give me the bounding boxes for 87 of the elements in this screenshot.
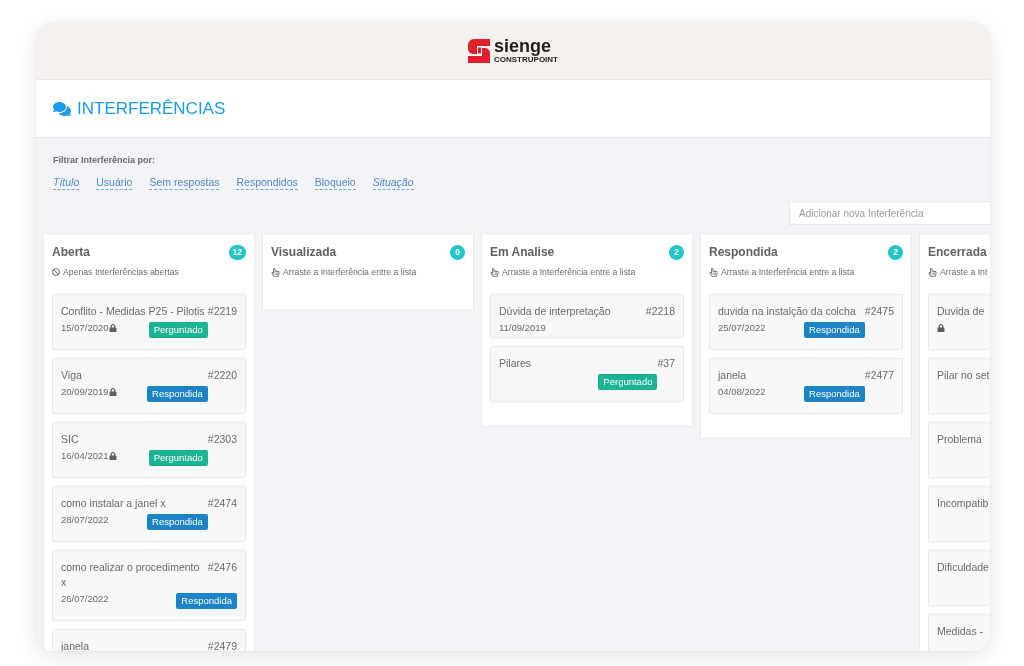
card-number: #2220: [207, 368, 237, 383]
task-card[interactable]: janela #2477 04/08/2022 Respondida: [709, 358, 903, 414]
filter-link[interactable]: Sem respostas: [149, 175, 220, 190]
card-date: 15/07/2020: [61, 322, 109, 334]
filter-link[interactable]: Respondidos: [236, 175, 298, 190]
task-card[interactable]: Incompatib: [928, 486, 990, 542]
card-date: 20/09/2019: [61, 386, 109, 398]
hand-pointer-icon: [709, 267, 718, 277]
card-date: 25/07/2022: [718, 322, 766, 334]
column-hint: Arraste a Int: [940, 266, 988, 279]
card-date: 26/07/2022: [61, 593, 109, 605]
card-date: 11/09/2019: [499, 322, 546, 334]
count-badge: 2: [669, 244, 684, 260]
column-hint: Arraste a Interferência entre a lista: [502, 266, 636, 279]
column-hint: Apenas Interferências abertas: [63, 266, 179, 279]
card-title: Dificuldade: [937, 560, 989, 575]
hand-pointer-icon: [271, 267, 280, 277]
count-badge: 0: [450, 244, 465, 260]
filter-link[interactable]: Bloqueio: [314, 175, 356, 190]
card-title: Viga: [61, 368, 82, 383]
column-title: Respondida: [709, 244, 778, 261]
status-badge: Respondida: [804, 386, 865, 402]
column-title: Visualizada: [271, 244, 337, 261]
card-number: #2479: [207, 639, 237, 651]
card-title: Conflito - Medidas P25 - Pilotis: [61, 304, 205, 319]
card-title: Medidas -: [937, 624, 984, 639]
card-title: Duvida de: [937, 304, 985, 319]
count-badge: 12: [228, 244, 246, 260]
status-badge: Respondida: [147, 386, 208, 402]
card-number: #2219: [207, 304, 237, 319]
card-title: duvida na instalção da colcha: [718, 304, 856, 319]
task-card[interactable]: SIC #2303 16/04/2021 Perguntado: [52, 422, 246, 478]
filter-link[interactable]: Usuário: [96, 175, 133, 190]
status-badge: Perguntado: [148, 322, 208, 338]
new-item-field[interactable]: Adicionar nova Interferência: [789, 201, 990, 225]
task-card[interactable]: Medidas -: [928, 614, 990, 651]
status-badge: Perguntado: [148, 450, 208, 466]
card-number: #2475: [864, 304, 894, 319]
status-badge: Respondida: [176, 593, 237, 609]
card-number: #2218: [645, 304, 675, 319]
filter-link[interactable]: Situação: [372, 175, 414, 190]
card-date: 28/07/2022: [61, 514, 109, 526]
card-title: como realizar o procedimento x: [61, 560, 201, 590]
count-badge: 2: [888, 244, 903, 260]
column-title: Encerrada: [928, 244, 987, 261]
card-date: 16/04/2021: [61, 450, 109, 462]
task-card[interactable]: Duvida de: [928, 294, 990, 350]
card-number: #37: [657, 356, 675, 371]
chat-icon: [53, 99, 71, 118]
card-title: Pilares: [499, 356, 532, 371]
task-card[interactable]: como instalar a janel x #2474 28/07/2022 Respondida: [52, 486, 246, 542]
logo-icon: [468, 38, 490, 63]
column-hint: Arraste a Interferência entre a lista: [721, 266, 855, 279]
card-number: #2477: [864, 368, 894, 383]
ban-icon: [52, 268, 60, 276]
logo-wordmark: sienge: [494, 37, 552, 55]
task-card[interactable]: Pilares #37 Perguntado: [490, 346, 684, 402]
card-title: janela: [718, 368, 747, 383]
task-card[interactable]: Dúvida de interpretação #2218 11/09/2019: [490, 294, 684, 338]
card-number: #2476: [207, 560, 237, 575]
filter-label: Filtrar Interferência por:: [53, 154, 156, 167]
task-card[interactable]: duvida na instalção da colcha #2475 25/07/2022 Respondida: [709, 294, 903, 350]
task-card[interactable]: Dificuldade: [928, 550, 990, 606]
page-title: INTERFERÊNCIAS: [77, 98, 226, 119]
card-title: como instalar a janel x: [61, 496, 166, 511]
card-title: SIC: [61, 432, 79, 447]
hand-pointer-icon: [490, 267, 499, 277]
filter-link[interactable]: Título: [53, 175, 80, 190]
card-title: Dúvida de interpretação: [499, 304, 611, 319]
task-card[interactable]: Problema: [928, 422, 990, 478]
column-title: Em Analise: [490, 244, 555, 261]
task-card[interactable]: como realizar o procedimento x #2476 26/07/2022 Respondida: [52, 550, 246, 621]
status-badge: Respondida: [804, 322, 865, 338]
card-title: Pilar no set: [937, 368, 990, 383]
hand-pointer-icon: [928, 267, 937, 277]
status-badge: Perguntado: [598, 374, 658, 390]
task-card[interactable]: Conflito - Medidas P25 - Pilotis #2219 15/07/2020 Perguntado: [52, 294, 246, 350]
column-hint: Arraste a Interferência entre a lista: [283, 266, 417, 279]
task-card[interactable]: Pilar no set: [928, 358, 990, 414]
card-date: 04/08/2022: [718, 386, 766, 398]
status-badge: Respondida: [147, 514, 208, 530]
column-title: Aberta: [52, 244, 90, 261]
card-title: Incompatib: [937, 496, 989, 511]
task-card[interactable]: Viga #2220 20/09/2019 Respondida: [52, 358, 246, 414]
card-title: Problema: [937, 432, 982, 447]
card-number: #2303: [207, 432, 237, 447]
card-number: #2474: [207, 496, 237, 511]
